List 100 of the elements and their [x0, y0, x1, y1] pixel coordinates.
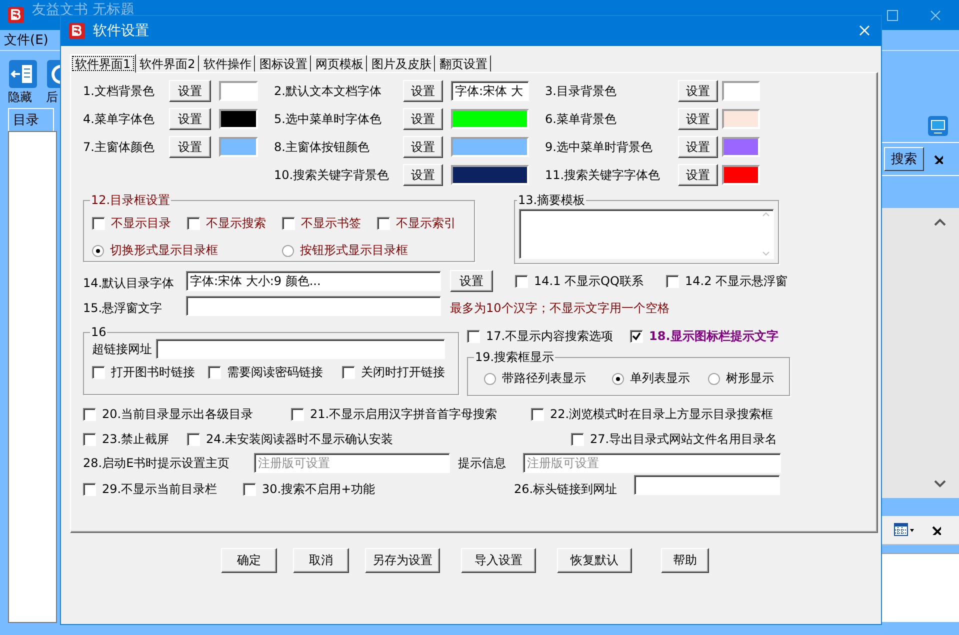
checkbox-label: 21.不显示启用汉字拼音首字母搜索: [310, 406, 498, 423]
tab[interactable]: 软件界面1: [70, 54, 136, 73]
setting-label: 7.主窗体颜色: [83, 138, 156, 156]
tab[interactable]: 图标设置: [255, 55, 312, 72]
tab[interactable]: 翻页设置: [435, 55, 492, 72]
menu-item[interactable]: 文件(E): [4, 31, 48, 49]
table-icon[interactable]: [894, 523, 914, 537]
hint-field[interactable]: 注册版可设置: [523, 453, 781, 473]
hide-icon[interactable]: [8, 59, 38, 89]
dialog-button[interactable]: 帮助: [661, 548, 709, 573]
app-logo-icon: [8, 7, 24, 23]
checkbox-label: 29.不显示当前目录栏: [102, 480, 218, 498]
radio-button[interactable]: [612, 372, 624, 384]
tab[interactable]: 软件界面2: [136, 55, 200, 72]
text-field[interactable]: [186, 296, 441, 316]
tab[interactable]: 网页模板: [311, 55, 368, 72]
search-button[interactable]: 搜索: [884, 147, 924, 171]
set-button[interactable]: 设置: [403, 164, 443, 186]
checkbox[interactable]: [92, 366, 105, 379]
set-button[interactable]: 设置: [169, 108, 211, 130]
checkbox[interactable]: [377, 217, 390, 230]
setting-label: 9.选中菜单时背景色: [545, 138, 654, 156]
checkbox[interactable]: [515, 274, 528, 288]
set-button[interactable]: 设置: [450, 270, 493, 292]
checkbox-label: 14.1 不显示QQ联系: [534, 272, 644, 290]
checkbox[interactable]: [92, 217, 105, 230]
setting-label: 8.主窗体按钮颜色: [274, 138, 370, 156]
checkbox-label: 打开图书时链接: [111, 364, 195, 381]
setting-label: 15.悬浮窗文字: [83, 300, 164, 317]
checkbox-label: 24.未安装阅读器时不显示确认安装: [206, 431, 394, 448]
setting-label: 提示信息: [458, 454, 507, 472]
checkbox-label: 17.不显示内容搜索选项: [486, 328, 614, 345]
group-title: 16: [90, 325, 108, 339]
dialog-title: 软件设置: [93, 22, 149, 40]
radio-button[interactable]: [92, 244, 104, 256]
checkbox-label: 不显示目录: [111, 215, 171, 232]
checkbox[interactable]: [83, 433, 96, 446]
tab[interactable]: 软件操作: [199, 55, 256, 72]
checkbox[interactable]: [630, 330, 643, 343]
radio-label: 单列表显示: [630, 370, 690, 387]
set-button[interactable]: 设置: [403, 80, 443, 102]
checkbox-label: 不显示索引: [396, 215, 456, 232]
url-field[interactable]: [156, 339, 445, 359]
setting-label: 10.搜索关键字背景色: [274, 166, 390, 184]
checkbox[interactable]: [83, 408, 96, 421]
setting-label: 1.文档背景色: [83, 82, 156, 100]
checkbox[interactable]: [187, 217, 200, 230]
close-icon[interactable]: [934, 154, 943, 164]
radio-label: 树形显示: [726, 370, 774, 387]
radio-button[interactable]: [282, 244, 294, 256]
checkbox[interactable]: [243, 482, 256, 496]
dialog-button[interactable]: 导入设置: [461, 548, 536, 573]
checkbox[interactable]: [291, 408, 304, 421]
checkbox-label: 30.搜索不启用+功能: [262, 480, 376, 498]
sidebar-tab[interactable]: 目录: [8, 108, 54, 131]
setting-label: 26.标头链接到网址: [514, 480, 618, 498]
checkbox[interactable]: [467, 330, 480, 343]
radio-button[interactable]: [708, 372, 720, 384]
dialog-button[interactable]: 取消: [293, 548, 349, 573]
checkbox-label: 23.禁止截屏: [102, 431, 170, 448]
url-field[interactable]: [634, 474, 780, 494]
dialog-button[interactable]: 另存为设置: [365, 548, 440, 573]
set-button[interactable]: 设置: [403, 108, 443, 130]
checkbox-label: 14.2 不显示悬浮窗: [685, 272, 788, 290]
setting-label: 3.目录背景色: [545, 82, 618, 100]
group-title: 12.目录框设置: [90, 192, 172, 209]
set-button[interactable]: 设置: [678, 80, 718, 102]
set-button[interactable]: 设置: [403, 136, 443, 158]
setting-label: 超链接网址: [92, 340, 152, 358]
monitor-icon[interactable]: [927, 115, 949, 137]
radio-label: 切换形式显示目录框: [110, 242, 218, 259]
checkbox[interactable]: [571, 433, 584, 446]
checkbox[interactable]: [208, 366, 221, 379]
checkbox-label: 不显示搜索: [206, 215, 266, 232]
set-button[interactable]: 设置: [678, 164, 718, 186]
set-button[interactable]: 设置: [678, 136, 718, 158]
app-logo-icon: [69, 23, 85, 39]
close-icon[interactable]: [932, 526, 941, 534]
checkbox-label: 27.导出目录式网站文件名用目录名: [590, 431, 778, 448]
checkbox[interactable]: [342, 366, 355, 379]
setting-label: 11.搜索关键字字体色: [545, 166, 662, 184]
font-field: 字体:宋体 大小:9 颜色...: [186, 271, 441, 291]
scroll-down-icon[interactable]: [934, 480, 946, 488]
set-button[interactable]: 设置: [169, 136, 211, 158]
checkbox[interactable]: [531, 408, 544, 421]
dialog-button[interactable]: 恢复默认: [557, 548, 632, 573]
checkbox[interactable]: [187, 433, 200, 446]
group-title: 19.搜索框显示: [474, 349, 556, 366]
checkbox[interactable]: [282, 217, 295, 230]
toolbar-label: 隐藏: [8, 90, 32, 104]
checkbox[interactable]: [666, 274, 679, 288]
set-button[interactable]: 设置: [169, 80, 211, 102]
tab[interactable]: 图片及皮肤: [367, 55, 436, 72]
checkbox[interactable]: [83, 482, 96, 496]
scroll-up-icon[interactable]: [934, 218, 946, 226]
radio-button[interactable]: [484, 372, 496, 384]
maximize-icon[interactable]: [887, 10, 898, 20]
set-button[interactable]: 设置: [678, 108, 718, 130]
homepage-field[interactable]: 注册版可设置: [254, 453, 450, 473]
dialog-button[interactable]: 确定: [221, 548, 277, 573]
